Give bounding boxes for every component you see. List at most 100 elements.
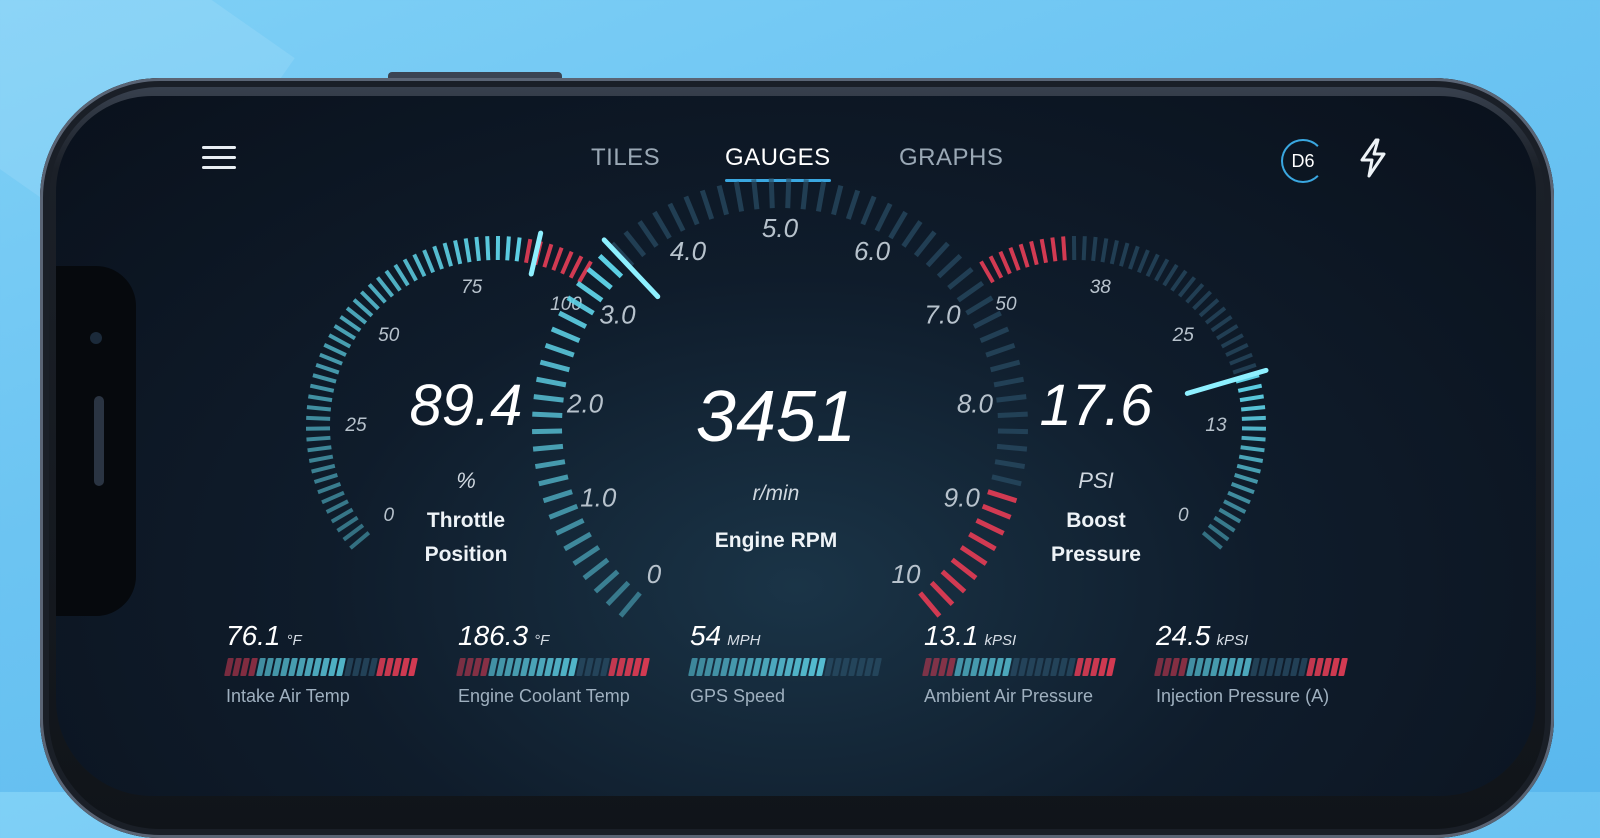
gauge-needle <box>1187 370 1266 393</box>
gauge-tick-label: 5.0 <box>762 213 799 243</box>
gauge-tick-segment <box>1130 246 1138 269</box>
gauge-tick-segment <box>1052 237 1055 261</box>
gauge-tick-segment <box>977 520 1004 533</box>
mini-gauge-engine-coolant-temp[interactable]: 186.3°F Engine Coolant Temp <box>458 620 648 707</box>
gauge-tick-segment <box>1063 236 1065 260</box>
throttle-name-line2: Position <box>386 538 546 572</box>
mini-gauge-bar <box>458 658 648 678</box>
mini-gauge-injection-pressure[interactable]: 24.5kPSI Injection Pressure (A) <box>1156 620 1346 707</box>
gauge-tick-segment <box>533 446 563 449</box>
mini-gauge-unit: °F <box>534 632 549 649</box>
gauge-tick-segment <box>588 269 611 288</box>
gauge-tick-label: 38 <box>1090 277 1112 298</box>
mini-gauge-value: 76.1 <box>226 620 281 651</box>
gauge-tick-segment <box>1240 396 1264 400</box>
gauge-tick-segment <box>545 345 573 355</box>
gauge-tick-label: 7.0 <box>924 299 961 329</box>
gauge-tick-segment <box>535 462 565 467</box>
app-screen: TILES GAUGES GRAPHS D6 0255075100 01.02.… <box>56 96 1536 796</box>
gauge-tick-segment <box>988 492 1017 501</box>
gauge-tick-segment <box>1121 243 1128 266</box>
gauge-tick-segment <box>961 547 986 564</box>
gauge-tick-segment <box>595 572 617 592</box>
gauge-tick-segment <box>949 269 972 288</box>
boost-unit: PSI <box>1016 468 1176 494</box>
gauge-tick-segment <box>395 265 408 285</box>
gauge-tick-segment <box>986 345 1014 355</box>
gauge-tick-segment <box>1084 236 1085 260</box>
mini-gauge-intake-air-temp[interactable]: 76.1°F Intake Air Temp <box>226 620 416 707</box>
gauge-tick-segment <box>386 271 400 291</box>
gauge-tick-segment <box>981 261 993 282</box>
mini-gauge-ambient-air-pressure[interactable]: 13.1kPSI Ambient Air Pressure <box>924 620 1114 707</box>
gauge-tick-segment <box>1238 386 1261 391</box>
gauge-tick-segment <box>983 506 1011 517</box>
gauge-tick-segment <box>308 447 332 450</box>
gauge-tick-segment <box>995 462 1025 467</box>
gauge-tick-segment <box>621 593 640 616</box>
throttle-value: 89.4 <box>386 372 546 439</box>
gauge-tick-segment <box>670 204 683 231</box>
rpm-name: Engine RPM <box>676 524 876 558</box>
boost-readout: 17.6 <box>1016 372 1176 439</box>
rpm-value: 3451 <box>676 376 876 458</box>
gauge-tick-segment <box>338 518 358 531</box>
gauge-tick-segment <box>719 186 726 215</box>
gauge-tick-segment <box>952 560 976 578</box>
gauge-tick-segment <box>991 256 1002 277</box>
gauge-tick-segment <box>903 222 920 247</box>
mini-gauge-label: Ambient Air Pressure <box>924 686 1114 707</box>
gauge-tick-segment <box>754 179 757 209</box>
gauge-tick-segment <box>1021 244 1028 267</box>
gauge-tick-segment <box>565 534 591 549</box>
gauge-tick-label: 1.0 <box>580 482 617 512</box>
gauge-tick-segment <box>1214 518 1234 531</box>
gauge-tick-segment <box>571 256 582 277</box>
gauge-tick-segment <box>702 190 711 218</box>
gauge-tick-segment <box>1230 355 1252 364</box>
gauge-tick-label: 25 <box>344 415 367 436</box>
gauge-tick-segment <box>877 204 890 231</box>
gauge-tick-segment <box>553 248 561 271</box>
gauge-tick-label: 4.0 <box>670 236 707 266</box>
gauge-tick-label: 10 <box>892 559 921 589</box>
gauge-tick-label: 9.0 <box>944 482 981 512</box>
gauge-tick-segment <box>969 534 995 549</box>
gauge-tick-segment <box>306 438 330 440</box>
gauge-tick-label: 2.0 <box>566 388 604 418</box>
gauge-tick-segment <box>1139 250 1148 272</box>
gauge-tick-segment <box>967 298 993 314</box>
gauge-tick-segment <box>327 501 348 512</box>
gauge-tick-segment <box>863 197 874 225</box>
gauge-tick-segment <box>517 237 520 261</box>
gauge-tick-segment <box>445 243 452 266</box>
gauge-tick-segment <box>600 256 622 277</box>
gauge-tick-label: 8.0 <box>957 388 994 418</box>
gauge-tick-segment <box>329 335 350 346</box>
gauge-tick-label: 25 <box>1172 325 1195 346</box>
boost-unit-text: PSI <box>1078 468 1113 493</box>
gauge-tick-segment <box>544 244 551 267</box>
gauge-tick-segment <box>1232 484 1254 492</box>
gauge-tick-segment <box>320 355 342 364</box>
gauge-tick-label: 3.0 <box>599 299 636 329</box>
gauge-tick-label: 50 <box>995 294 1017 315</box>
gauge-tick-segment <box>405 259 417 280</box>
gauge-tick-segment <box>932 583 953 605</box>
boost-name: Boost Pressure <box>1016 504 1176 572</box>
boost-name-line1: Boost <box>1016 504 1176 538</box>
gauge-tick-segment <box>1228 493 1250 503</box>
gauge-tick-segment <box>1212 317 1232 331</box>
gauge-tick-segment <box>1031 241 1037 264</box>
mini-gauge-bar <box>226 658 416 678</box>
mini-gauge-gps-speed[interactable]: 54MPH GPS Speed <box>690 620 880 707</box>
gauge-tick-segment <box>818 182 823 212</box>
gauge-tick-label: 75 <box>461 277 483 298</box>
gauge-tick-segment <box>1000 252 1010 274</box>
gauge-tick-segment <box>318 484 340 492</box>
gauge-tick-segment <box>920 593 939 616</box>
rpm-unit: r/min <box>676 482 876 506</box>
gauge-tick-segment <box>1172 271 1186 291</box>
gauge-tick-segment <box>942 572 964 592</box>
gauge-tick-segment <box>341 317 361 331</box>
